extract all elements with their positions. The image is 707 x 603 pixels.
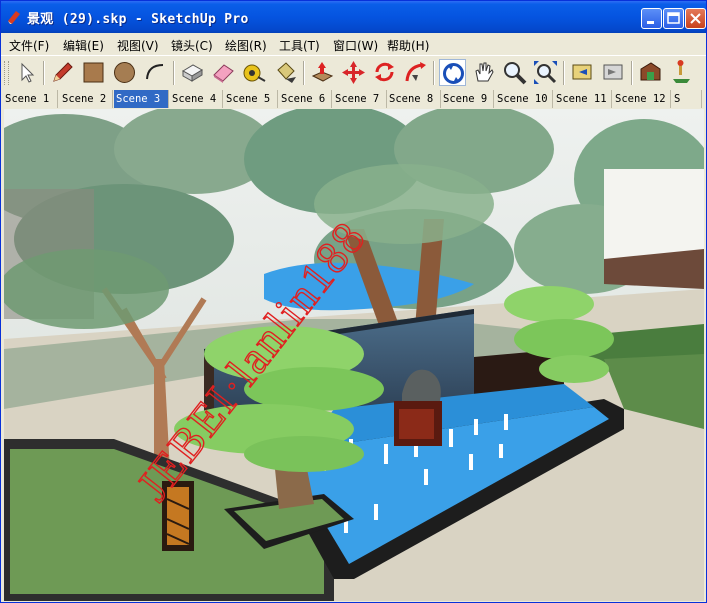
warehouse-button[interactable]: [637, 59, 664, 86]
previous-view-button[interactable]: [569, 59, 596, 86]
tape-measure-icon: [243, 64, 266, 82]
toolbar-separator: [563, 61, 565, 85]
zoom-tool-button[interactable]: [501, 59, 528, 86]
scene-tab[interactable]: Scene 11: [554, 90, 612, 108]
scene-tab[interactable]: Scene 12: [613, 90, 671, 108]
zoom-icon: [504, 62, 527, 85]
circle-tool-button[interactable]: [111, 59, 138, 86]
circle-icon: [114, 62, 135, 83]
scene-tab[interactable]: Scene 10: [495, 90, 553, 108]
scene-tab[interactable]: Scene 5: [224, 90, 278, 108]
tape-measure-button[interactable]: [241, 59, 268, 86]
paint-bucket-icon: [277, 62, 296, 83]
scene-tab[interactable]: Scene 7: [333, 90, 387, 108]
orbit-tool-button[interactable]: [439, 59, 466, 86]
next-view-icon: [603, 64, 623, 80]
menu-camera[interactable]: 镜头(C): [171, 37, 213, 54]
scene-tab[interactable]: Scene 2: [60, 90, 113, 108]
toolbar-separator: [303, 61, 305, 85]
lantern-post: [162, 481, 194, 551]
menu-window[interactable]: 窗口(W): [333, 37, 378, 54]
close-button[interactable]: [685, 8, 706, 29]
toolbar-grip[interactable]: [4, 61, 9, 85]
push-pull-icon: [311, 62, 334, 82]
push-pull-button[interactable]: [309, 59, 336, 86]
select-tool-button[interactable]: [13, 59, 40, 86]
menu-edit[interactable]: 编辑(E): [63, 37, 104, 54]
orbit-icon: [443, 63, 464, 84]
rotate-icon: [375, 62, 394, 82]
model-viewport[interactable]: JEBEI·lanlin188: [4, 109, 704, 601]
sandbox-button[interactable]: [668, 59, 695, 86]
menu-tools[interactable]: 工具(T): [279, 37, 320, 54]
paint-bucket-button[interactable]: [272, 59, 299, 86]
eraser-tool-button[interactable]: [210, 59, 237, 86]
close-icon: [690, 13, 701, 24]
select-icon: [21, 62, 35, 83]
maximize-icon: [667, 12, 680, 24]
menu-view[interactable]: 视图(V): [117, 37, 159, 54]
window-title: 景观 (29).skp - SketchUp Pro: [27, 12, 249, 27]
sketchup-app-icon: [8, 11, 20, 24]
zoom-extents-button[interactable]: [532, 59, 559, 86]
maximize-button[interactable]: [663, 8, 684, 29]
scene-tabs: Scene 1 Scene 2 Scene 3 Scene 4 Scene 5 …: [1, 89, 706, 109]
rectangle-tool-button[interactable]: [80, 59, 107, 86]
sandbox-icon: [673, 60, 690, 83]
menu-draw[interactable]: 绘图(R): [225, 37, 267, 54]
toolbar-separator: [173, 61, 175, 85]
rectangle-icon: [83, 62, 104, 83]
toolbar-separator: [631, 61, 633, 85]
arc-icon: [146, 64, 164, 80]
pencil-icon: [53, 62, 73, 82]
previous-view-icon: [572, 64, 592, 80]
landscape-scene: [4, 109, 704, 601]
zoom-extents-icon: [534, 61, 557, 84]
minimize-icon: [647, 21, 654, 24]
minimize-button[interactable]: [641, 8, 662, 29]
scene-tab[interactable]: Scene 1: [3, 90, 58, 108]
app-window: 景观 (29).skp - SketchUp Pro 文件(F) 编辑(E) 视…: [0, 0, 707, 603]
right-building: [604, 169, 704, 289]
scene-tab[interactable]: Scene 8: [387, 90, 441, 108]
move-icon: [342, 61, 365, 84]
title-bar[interactable]: 景观 (29).skp - SketchUp Pro: [1, 1, 706, 33]
warehouse-icon: [640, 62, 661, 81]
move-tool-button[interactable]: [340, 59, 367, 86]
scene-tab[interactable]: Scene 6: [279, 90, 332, 108]
scene-tab[interactable]: S: [672, 90, 702, 108]
follow-me-button[interactable]: [402, 59, 429, 86]
arc-tool-button[interactable]: [142, 59, 169, 86]
scene-tab-active[interactable]: Scene 3: [114, 90, 169, 108]
menu-file[interactable]: 文件(F): [9, 37, 49, 54]
scene-tab[interactable]: Scene 9: [441, 90, 494, 108]
eraser-icon: [213, 64, 234, 83]
main-toolbar: [1, 55, 706, 91]
make-component-button[interactable]: [179, 59, 206, 86]
rotate-tool-button[interactable]: [371, 59, 398, 86]
scene-tab[interactable]: Scene 4: [170, 90, 223, 108]
follow-me-icon: [405, 62, 426, 82]
pan-tool-button[interactable]: [470, 59, 497, 86]
menu-help[interactable]: 帮助(H): [387, 37, 429, 54]
make-component-icon: [182, 64, 203, 82]
toolbar-separator: [43, 61, 45, 85]
pencil-tool-button[interactable]: [49, 59, 76, 86]
menu-bar: 文件(F) 编辑(E) 视图(V) 镜头(C) 绘图(R) 工具(T) 窗口(W…: [1, 33, 706, 55]
next-view-button[interactable]: [600, 59, 627, 86]
pan-icon: [475, 62, 494, 82]
toolbar-separator: [433, 61, 435, 85]
